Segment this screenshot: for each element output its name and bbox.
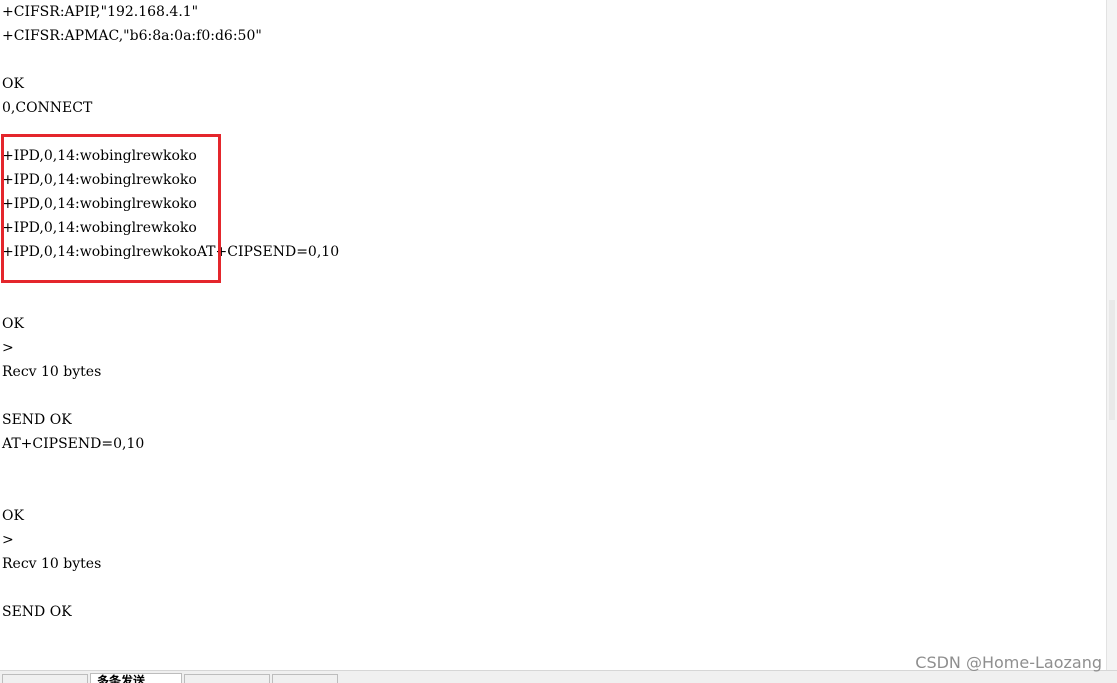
terminal-line: 0,CONNECT xyxy=(2,100,93,116)
terminal-line: Recv 10 bytes xyxy=(2,556,102,572)
scrollbar-thumb[interactable] xyxy=(1109,300,1115,420)
terminal-line: +IPD,0,14:wobinglrewkoko xyxy=(2,148,197,164)
terminal-line: +IPD,0,14:wobinglrewkoko xyxy=(2,172,197,188)
serial-assistant-window: +CIFSR:APIP,"192.168.4.1" +CIFSR:APMAC,"… xyxy=(0,0,1117,683)
terminal-line: +IPD,0,14:wobinglrewkoko xyxy=(2,196,197,212)
terminal-line: > xyxy=(2,340,14,356)
terminal-line: SEND OK xyxy=(2,412,72,428)
terminal-line: AT+CIPSEND=0,10 xyxy=(2,436,145,452)
tab-multi-send[interactable]: 多条发送 xyxy=(90,673,182,683)
tab-1[interactable] xyxy=(2,674,88,683)
terminal-line: +IPD,0,14:wobinglrewkoko xyxy=(2,220,197,236)
terminal-line: +CIFSR:APMAC,"b6:8a:0a:f0:d6:50" xyxy=(2,28,262,44)
terminal-line: +CIFSR:APIP,"192.168.4.1" xyxy=(2,4,199,20)
terminal-line: SEND OK xyxy=(2,604,72,620)
tab-3[interactable] xyxy=(184,674,270,683)
terminal-line: > xyxy=(2,532,14,548)
terminal-line: +IPD,0,14:wobinglrewkokoAT+CIPSEND=0,10 xyxy=(2,244,340,260)
terminal-line: Recv 10 bytes xyxy=(2,364,102,380)
terminal-line: OK xyxy=(2,76,24,92)
terminal-line: OK xyxy=(2,316,24,332)
receive-output-area[interactable]: +CIFSR:APIP,"192.168.4.1" +CIFSR:APMAC,"… xyxy=(0,0,1106,670)
csdn-watermark: CSDN @Home-Laozang xyxy=(915,653,1102,672)
tab-4[interactable] xyxy=(272,674,338,683)
terminal-line: OK xyxy=(2,508,24,524)
vertical-scrollbar[interactable] xyxy=(1106,0,1117,670)
